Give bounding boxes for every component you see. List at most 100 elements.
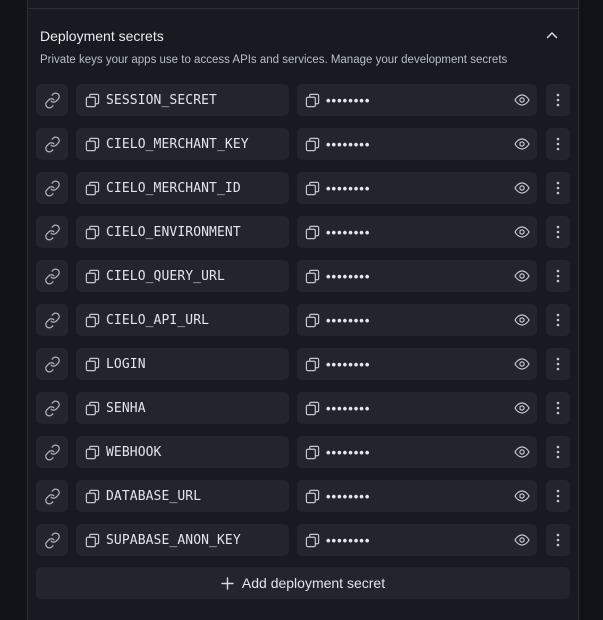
link-button[interactable] xyxy=(36,524,68,556)
secret-row: CIELO_ENVIRONMENT •••••••• xyxy=(36,216,571,260)
more-options-button[interactable] xyxy=(546,524,570,556)
copy-icon[interactable] xyxy=(85,225,100,240)
eye-icon[interactable] xyxy=(513,443,531,461)
link-button[interactable] xyxy=(36,260,68,292)
link-button[interactable] xyxy=(36,304,68,336)
copy-icon[interactable] xyxy=(85,181,100,196)
copy-icon[interactable] xyxy=(305,401,320,416)
secret-value-field[interactable]: •••••••• xyxy=(297,84,537,116)
copy-icon[interactable] xyxy=(305,269,320,284)
more-options-button[interactable] xyxy=(546,172,570,204)
secret-row: CIELO_MERCHANT_KEY •••••••• xyxy=(36,128,571,172)
copy-icon[interactable] xyxy=(85,93,100,108)
secret-key-text: DATABASE_URL xyxy=(106,488,202,504)
more-options-button[interactable] xyxy=(546,392,570,424)
more-options-button[interactable] xyxy=(546,84,570,116)
link-button[interactable] xyxy=(36,480,68,512)
secret-value-masked: •••••••• xyxy=(326,444,371,460)
link-button[interactable] xyxy=(36,84,68,116)
link-button[interactable] xyxy=(36,172,68,204)
secret-value-field[interactable]: •••••••• xyxy=(297,260,537,292)
secret-value-field[interactable]: •••••••• xyxy=(297,392,537,424)
link-icon xyxy=(44,487,61,505)
eye-icon[interactable] xyxy=(513,531,531,549)
copy-icon[interactable] xyxy=(305,137,320,152)
secret-value-field[interactable]: •••••••• xyxy=(297,480,537,512)
secret-key-field[interactable]: SESSION_SECRET xyxy=(76,84,289,116)
copy-icon[interactable] xyxy=(85,357,100,372)
eye-icon[interactable] xyxy=(513,487,531,505)
secret-key-text: CIELO_MERCHANT_ID xyxy=(106,180,241,196)
copy-icon[interactable] xyxy=(85,313,100,328)
secret-value-field[interactable]: •••••••• xyxy=(297,128,537,160)
more-options-button[interactable] xyxy=(546,436,570,468)
copy-icon[interactable] xyxy=(85,269,100,284)
secret-value-field[interactable]: •••••••• xyxy=(297,172,537,204)
copy-icon[interactable] xyxy=(305,533,320,548)
copy-icon[interactable] xyxy=(305,93,320,108)
more-options-button[interactable] xyxy=(546,348,570,380)
secret-row: CIELO_QUERY_URL •••••••• xyxy=(36,260,571,304)
secret-key-field[interactable]: SUPABASE_ANON_KEY xyxy=(76,524,289,556)
link-button[interactable] xyxy=(36,392,68,424)
copy-icon[interactable] xyxy=(305,225,320,240)
more-options-button[interactable] xyxy=(546,128,570,160)
copy-icon[interactable] xyxy=(305,357,320,372)
more-vertical-icon xyxy=(556,357,560,371)
link-button[interactable] xyxy=(36,128,68,160)
copy-icon[interactable] xyxy=(85,445,100,460)
link-button[interactable] xyxy=(36,216,68,248)
secret-value-field[interactable]: •••••••• xyxy=(297,524,537,556)
secret-key-field[interactable]: DATABASE_URL xyxy=(76,480,289,512)
eye-icon[interactable] xyxy=(513,311,531,329)
secret-value-masked: •••••••• xyxy=(326,224,371,240)
secret-key-field[interactable]: SENHA xyxy=(76,392,289,424)
collapse-button[interactable] xyxy=(543,26,561,44)
more-options-button[interactable] xyxy=(546,216,570,248)
copy-icon[interactable] xyxy=(305,489,320,504)
eye-icon[interactable] xyxy=(513,91,531,109)
more-vertical-icon xyxy=(556,181,560,195)
copy-icon[interactable] xyxy=(85,137,100,152)
secret-key-field[interactable]: CIELO_QUERY_URL xyxy=(76,260,289,292)
eye-icon[interactable] xyxy=(513,223,531,241)
eye-icon[interactable] xyxy=(513,135,531,153)
secret-value-field[interactable]: •••••••• xyxy=(297,348,537,380)
more-vertical-icon xyxy=(556,489,560,503)
chevron-up-icon xyxy=(546,31,558,39)
eye-icon[interactable] xyxy=(513,179,531,197)
link-button[interactable] xyxy=(36,348,68,380)
secret-row: LOGIN •••••••• xyxy=(36,348,571,392)
secret-key-field[interactable]: LOGIN xyxy=(76,348,289,380)
eye-icon[interactable] xyxy=(513,399,531,417)
secret-key-field[interactable]: CIELO_MERCHANT_KEY xyxy=(76,128,289,160)
link-icon xyxy=(44,179,61,197)
secret-value-masked: •••••••• xyxy=(326,180,371,196)
eye-icon[interactable] xyxy=(513,355,531,373)
link-button[interactable] xyxy=(36,436,68,468)
more-vertical-icon xyxy=(556,445,560,459)
secret-key-field[interactable]: CIELO_MERCHANT_ID xyxy=(76,172,289,204)
more-vertical-icon xyxy=(556,93,560,107)
more-options-button[interactable] xyxy=(546,480,570,512)
more-options-button[interactable] xyxy=(546,260,570,292)
copy-icon[interactable] xyxy=(305,313,320,328)
secret-value-field[interactable]: •••••••• xyxy=(297,304,537,336)
secret-key-field[interactable]: CIELO_ENVIRONMENT xyxy=(76,216,289,248)
add-deployment-secret-button[interactable]: Add deployment secret xyxy=(36,567,570,599)
copy-icon[interactable] xyxy=(305,181,320,196)
secret-value-field[interactable]: •••••••• xyxy=(297,216,537,248)
more-options-button[interactable] xyxy=(546,304,570,336)
secret-value-field[interactable]: •••••••• xyxy=(297,436,537,468)
copy-icon[interactable] xyxy=(85,533,100,548)
secret-key-text: WEBHOOK xyxy=(106,444,162,460)
link-icon xyxy=(44,91,61,109)
secret-key-field[interactable]: CIELO_API_URL xyxy=(76,304,289,336)
secret-key-field[interactable]: WEBHOOK xyxy=(76,436,289,468)
secret-value-masked: •••••••• xyxy=(326,532,371,548)
copy-icon[interactable] xyxy=(85,401,100,416)
secret-key-text: SUPABASE_ANON_KEY xyxy=(106,532,241,548)
copy-icon[interactable] xyxy=(305,445,320,460)
copy-icon[interactable] xyxy=(85,489,100,504)
eye-icon[interactable] xyxy=(513,267,531,285)
